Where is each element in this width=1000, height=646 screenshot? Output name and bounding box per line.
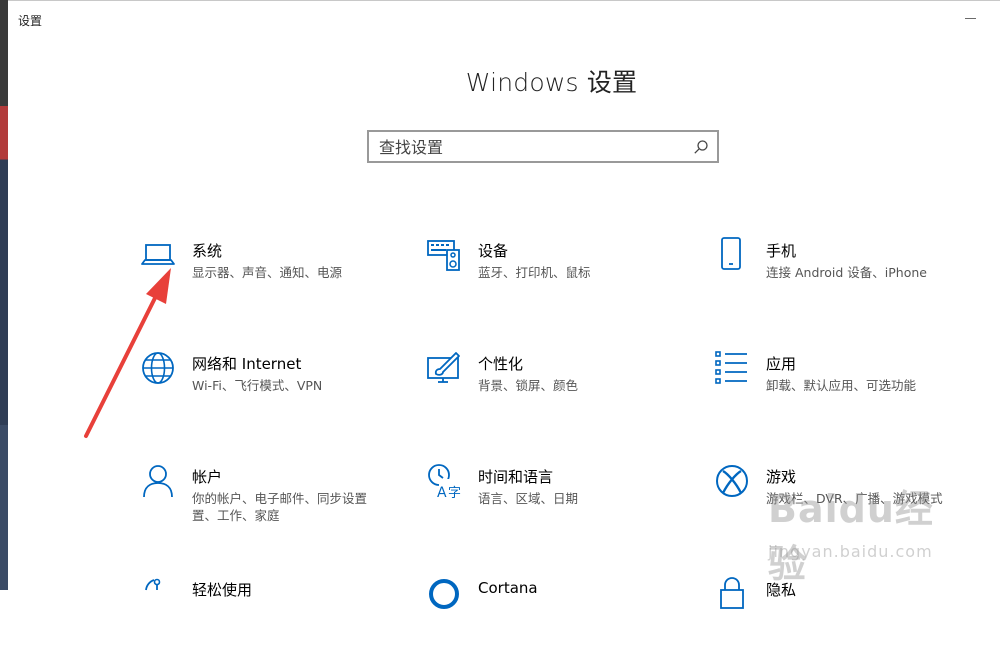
laptop-icon bbox=[141, 244, 175, 265]
tile-title: 网络和 Internet bbox=[192, 355, 302, 373]
apps-list-icon bbox=[715, 351, 747, 384]
desktop-edge bbox=[0, 0, 8, 590]
devices-icon bbox=[427, 240, 460, 271]
tile-description-line: 你的帐户、电子邮件、同步设置 bbox=[192, 491, 368, 506]
tile-title: 游戏 bbox=[766, 468, 797, 486]
tile-title: 时间和语言 bbox=[478, 468, 554, 486]
tile-description: 你的帐户、电子邮件、同步设置 置、工作、家庭 bbox=[192, 490, 367, 524]
title-bar: 设置 bbox=[8, 1, 1000, 33]
tile-description: 背景、锁屏、颜色 bbox=[478, 378, 579, 393]
globe-icon bbox=[142, 352, 174, 384]
tile-accounts[interactable]: 帐户 你的帐户、电子邮件、同步设置 置、工作、家庭 bbox=[140, 463, 410, 533]
tile-ease-of-access[interactable]: 轻松使用 bbox=[140, 576, 410, 646]
person-icon bbox=[143, 465, 173, 498]
personalization-icon bbox=[427, 352, 460, 383]
tile-phone[interactable]: 手机 连接 Android 设备、iPhone bbox=[714, 237, 984, 307]
tile-privacy[interactable]: 隐私 bbox=[714, 576, 984, 646]
tile-description: 蓝牙、打印机、鼠标 bbox=[478, 265, 591, 280]
tile-title: 手机 bbox=[766, 242, 797, 260]
tile-apps[interactable]: 应用 卸载、默认应用、可选功能 bbox=[714, 350, 984, 420]
tile-personalization[interactable]: 个性化 背景、锁屏、颜色 bbox=[426, 350, 696, 420]
minimize-button[interactable] bbox=[962, 9, 980, 25]
tile-title: 个性化 bbox=[478, 355, 524, 373]
cortana-icon bbox=[429, 579, 459, 609]
tile-title: 应用 bbox=[766, 355, 797, 373]
tile-title: 系统 bbox=[192, 242, 223, 260]
time-language-icon: A 字 bbox=[428, 464, 461, 499]
search-icon[interactable] bbox=[693, 139, 709, 155]
tile-title: 帐户 bbox=[192, 468, 223, 486]
tile-title: 设备 bbox=[478, 242, 509, 260]
tile-title: Cortana bbox=[478, 579, 538, 597]
svg-text:字: 字 bbox=[448, 486, 461, 499]
tile-description: 游戏栏、DVR、广播、游戏模式 bbox=[766, 491, 943, 506]
ease-of-access-icon bbox=[145, 578, 161, 591]
tile-description: Wi-Fi、飞行模式、VPN bbox=[192, 378, 323, 393]
phone-icon bbox=[721, 237, 741, 270]
tile-description-line: 置、工作、家庭 bbox=[192, 508, 280, 523]
page-title: Windows 设置 bbox=[465, 68, 638, 97]
tile-description: 卸载、默认应用、可选功能 bbox=[766, 378, 917, 393]
search-box[interactable] bbox=[367, 130, 719, 163]
lock-icon bbox=[720, 577, 744, 609]
search-input[interactable] bbox=[379, 136, 679, 158]
settings-window: 设置 Windows 设置 系统 显示器、声音、通知、电源 设备 bbox=[8, 0, 1000, 609]
tile-cortana[interactable]: Cortana bbox=[426, 576, 696, 646]
tile-gaming[interactable]: 游戏 游戏栏、DVR、广播、游戏模式 bbox=[714, 463, 984, 533]
tile-network[interactable]: 网络和 Internet Wi-Fi、飞行模式、VPN bbox=[140, 350, 410, 420]
xbox-icon bbox=[716, 465, 748, 497]
tile-description: 语言、区域、日期 bbox=[478, 491, 579, 506]
window-title: 设置 bbox=[18, 14, 43, 28]
svg-text:A: A bbox=[437, 485, 447, 499]
tile-time-language[interactable]: A 字 时间和语言 语言、区域、日期 bbox=[426, 463, 696, 533]
tile-system[interactable]: 系统 显示器、声音、通知、电源 bbox=[140, 237, 410, 307]
tile-description: 连接 Android 设备、iPhone bbox=[766, 265, 927, 280]
tile-devices[interactable]: 设备 蓝牙、打印机、鼠标 bbox=[426, 237, 696, 307]
tile-description: 显示器、声音、通知、电源 bbox=[192, 265, 343, 280]
